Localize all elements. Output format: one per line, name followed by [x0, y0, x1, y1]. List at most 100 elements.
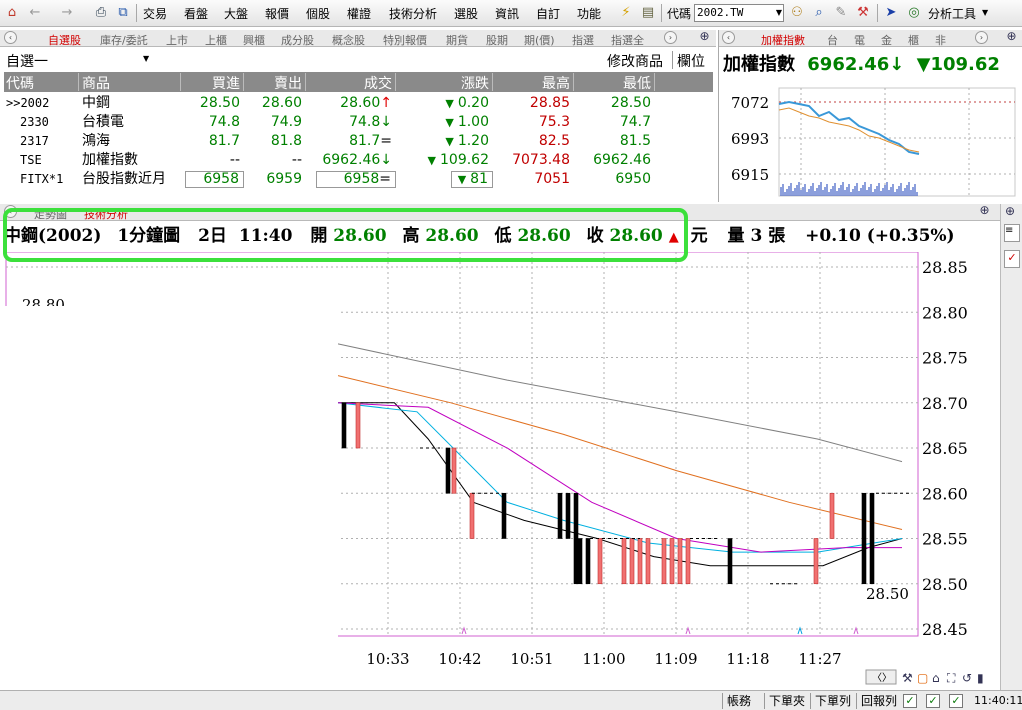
back-icon[interactable]: ←: [26, 4, 44, 22]
col-change[interactable]: 漲跌: [396, 73, 493, 92]
wrench-icon[interactable]: ⚒: [854, 4, 872, 22]
table-row[interactable]: >>2002 中鋼 28.50 28.60 28.60↑ ▼ 0.20 28.85 28.50: [4, 94, 713, 113]
group-chevron-icon[interactable]: ▼: [143, 54, 149, 63]
y-tick-label: 28.60: [922, 484, 968, 503]
search-icon[interactable]: ⌕: [810, 4, 828, 22]
tab-otc[interactable]: 上櫃: [205, 32, 227, 48]
order-bar-button[interactable]: 下單列: [810, 693, 855, 709]
group-selector[interactable]: 自選一: [6, 51, 48, 71]
tab-components[interactable]: 成分股: [281, 32, 314, 48]
menu-info[interactable]: 資訊: [495, 5, 519, 22]
tab-futures[interactable]: 期貨: [446, 32, 468, 48]
lightning-icon[interactable]: ⚡: [617, 4, 635, 22]
dock-zoom-icon[interactable]: ⊕: [1005, 204, 1015, 218]
status-check-3-icon[interactable]: ✓: [949, 694, 963, 708]
price-change: +0.10 (+0.35%): [805, 226, 955, 246]
binoculars-icon[interactable]: ⚇: [788, 4, 806, 22]
col-code[interactable]: 代碼: [6, 73, 79, 92]
tab-stock-futures[interactable]: 股期: [486, 32, 508, 48]
menu-watch[interactable]: 看盤: [184, 5, 208, 22]
print-icon[interactable]: ⎙: [92, 4, 110, 22]
tab-otc-idx[interactable]: 櫃: [908, 32, 919, 48]
tab-tw[interactable]: 台: [827, 32, 838, 48]
change-value: 0.20: [457, 95, 489, 111]
cell-code: TSE: [20, 153, 42, 167]
analysis-tool-icon[interactable]: ◎: [905, 4, 923, 22]
menu-quote[interactable]: 報價: [265, 5, 289, 22]
forward-icon[interactable]: →: [58, 4, 76, 22]
status-bar: 帳務 下單夾 下單列 回報列 ✓ ✓ ✓ 11:40:11: [0, 690, 1022, 710]
account-button[interactable]: 帳務: [722, 693, 755, 709]
col-last[interactable]: 成交: [306, 73, 396, 92]
tab-emerging[interactable]: 興櫃: [243, 32, 265, 48]
price-bar: [669, 538, 675, 585]
menu-screener[interactable]: 選股: [454, 5, 478, 22]
tab-index-options-all[interactable]: 指選全: [611, 32, 644, 48]
index-panel: ‹ 加權指數 台 電 金 櫃 非 › ⊕ 加權指數 6962.46↓ ▼109.…: [718, 30, 1022, 202]
analysis-chevron-icon[interactable]: ▼: [982, 8, 988, 17]
index-tab-left-icon[interactable]: ‹: [722, 31, 735, 44]
dock-check-icon[interactable]: ✓: [1004, 250, 1020, 268]
chart-zoom-icon[interactable]: ⊕: [978, 204, 991, 218]
cell-ask: 74.9: [270, 114, 302, 130]
popup-icon[interactable]: ⧉: [114, 4, 132, 22]
col-high[interactable]: 最高: [493, 73, 574, 92]
analysis-tool-menu[interactable]: 分析工具: [928, 5, 976, 22]
menu-stock[interactable]: 個股: [306, 5, 330, 22]
edit-symbols-button[interactable]: 修改商品: [607, 51, 663, 71]
status-check-2-icon[interactable]: ✓: [926, 694, 940, 708]
last-price-label: 28.50: [866, 585, 909, 603]
cell-code: 2330: [20, 115, 49, 129]
table-row[interactable]: FITX*1 台股指數近月 6958 6959 6958= ▼ 81 7051 6950: [4, 170, 713, 189]
menu-technical[interactable]: 技術分析: [389, 5, 437, 22]
dock-text-icon[interactable]: ≡: [1004, 224, 1020, 242]
chevron-down-icon[interactable]: ▼: [774, 4, 784, 22]
index-zoom-icon[interactable]: ⊕: [1005, 30, 1018, 44]
menu-function[interactable]: 功能: [577, 5, 601, 22]
price-bar: [637, 538, 643, 585]
tab-watchlist[interactable]: 自選股: [48, 32, 81, 48]
tab-index-options[interactable]: 指選: [572, 32, 594, 48]
tab-nonfin[interactable]: 非: [935, 32, 946, 48]
menu-market[interactable]: 大盤: [224, 5, 248, 22]
status-check-1-icon[interactable]: ✓: [903, 694, 917, 708]
col-low[interactable]: 最低: [574, 73, 655, 92]
menu-warrant[interactable]: 權證: [347, 5, 371, 22]
col-bid[interactable]: 買進: [181, 73, 244, 92]
index-tab-right-icon[interactable]: ›: [975, 31, 988, 44]
tab-scroll-left-icon[interactable]: ‹: [4, 31, 17, 44]
tab-fin[interactable]: 金: [881, 32, 892, 48]
volume-value: 3: [750, 226, 763, 246]
zoom-icon[interactable]: ⊕: [698, 30, 711, 44]
tab-inventory[interactable]: 庫存/委託: [100, 32, 148, 48]
cell-ask: 81.8: [270, 133, 302, 149]
table-row[interactable]: 2317 鴻海 81.7 81.8 81.7= ▼ 1.20 82.5 81.5: [4, 132, 713, 151]
order-folder-button[interactable]: 下單夾: [764, 693, 809, 709]
report-bar-button[interactable]: 回報列: [856, 693, 901, 709]
cursor-icon[interactable]: ➤: [882, 4, 900, 22]
menu-trade[interactable]: 交易: [143, 5, 167, 22]
col-name[interactable]: 商品: [79, 73, 181, 92]
tab-taiex[interactable]: 加權指數: [761, 32, 805, 48]
tab-options-price[interactable]: 期(價): [524, 32, 555, 48]
price-bar: [861, 492, 867, 585]
tab-scroll-right-icon[interactable]: ›: [664, 31, 677, 44]
columns-button[interactable]: 欄位: [677, 51, 705, 71]
tools-icon[interactable]: ✎: [832, 4, 850, 22]
code-input[interactable]: 2002.TW: [694, 4, 784, 22]
table-row[interactable]: TSE 加權指數 -- -- 6962.46↓ ▼ 109.62 7073.48 6962.46: [4, 151, 713, 170]
chart-tool-icon: ⚒: [902, 671, 913, 685]
home-icon[interactable]: ⌂: [3, 4, 21, 22]
col-ask[interactable]: 賣出: [244, 73, 306, 92]
tab-elec[interactable]: 電: [854, 32, 865, 48]
tab-special[interactable]: 特別報價: [383, 32, 427, 48]
tab-listed[interactable]: 上市: [166, 32, 188, 48]
tab-concept[interactable]: 概念股: [332, 32, 365, 48]
price-bar: [341, 402, 347, 449]
down-triangle-icon: ▼: [457, 173, 467, 186]
cell-name: 台積電: [82, 114, 124, 130]
menu-custom[interactable]: 自訂: [536, 5, 560, 22]
table-row[interactable]: 2330 台積電 74.8 74.9 74.8↓ ▼ 1.00 75.3 74.7: [4, 113, 713, 132]
notepad-icon[interactable]: ▤: [639, 4, 657, 22]
index-value: 6962.46: [807, 54, 890, 75]
